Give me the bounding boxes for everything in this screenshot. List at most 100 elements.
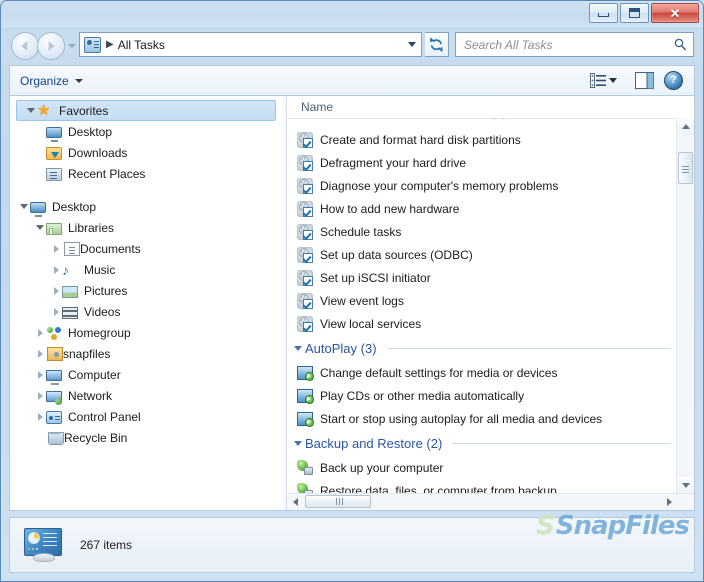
breadcrumb-separator-icon: ▶ (106, 39, 114, 50)
item-count-label: 267 items (80, 538, 133, 552)
scroll-up-button[interactable] (677, 118, 694, 135)
view-chevron-down-icon[interactable] (609, 78, 617, 83)
preview-pane-button[interactable] (630, 69, 659, 93)
sidebar-item-music[interactable]: ♪ Music (10, 259, 282, 280)
group-divider (386, 347, 671, 349)
sidebar-item-homegroup[interactable]: Homegroup (10, 322, 282, 343)
sidebar-item-pictures[interactable]: Pictures (10, 280, 282, 301)
sidebar-item-desktop[interactable]: Desktop (10, 196, 282, 217)
twisty-closed-icon[interactable] (50, 265, 62, 274)
twisty-closed-icon[interactable] (34, 370, 46, 379)
sidebar-item-videos[interactable]: Videos (10, 301, 282, 322)
admin-tool-icon (297, 131, 313, 148)
scroll-right-icon (666, 497, 672, 506)
organize-label: Organize (20, 73, 69, 88)
scroll-left-button[interactable] (287, 494, 303, 509)
list-item-label: View event logs (320, 293, 404, 308)
search-input[interactable]: Search All Tasks (464, 38, 674, 52)
list-item[interactable]: How to add new hardware (287, 197, 677, 220)
horizontal-scrollbar-thumb[interactable] (305, 495, 371, 508)
sidebar-item-documents[interactable]: Documents (10, 238, 282, 259)
twisty-open-icon[interactable] (34, 225, 46, 230)
twisty-open-icon[interactable] (18, 204, 30, 209)
twisty-closed-icon[interactable] (34, 412, 46, 421)
sidebar-item-label: Documents (80, 241, 141, 256)
vertical-scrollbar-thumb[interactable] (678, 152, 693, 184)
organize-button[interactable]: Organize (14, 70, 89, 92)
autoplay-icon (297, 366, 314, 381)
address-dropdown-icon[interactable] (408, 42, 416, 47)
twisty-closed-icon[interactable] (50, 286, 62, 295)
backup-icon (297, 460, 313, 475)
list-item[interactable]: Create and format hard disk partitions (287, 128, 677, 151)
sidebar-item-libraries[interactable]: Libraries (10, 217, 282, 238)
history-dropdown-icon[interactable] (68, 44, 76, 48)
sidebar-item-computer[interactable]: Computer (10, 364, 282, 385)
list-item[interactable]: Schedule tasks (287, 220, 677, 243)
sidebar-item-favorites[interactable]: ★ Favorites (16, 100, 276, 121)
list-item[interactable]: Change default settings for media or dev… (287, 361, 677, 384)
sidebar-item-recycle-bin[interactable]: Recycle Bin (10, 427, 282, 448)
list-item[interactable]: Set up data sources (ODBC) (287, 243, 677, 266)
group-header[interactable]: AutoPlay (3) (287, 335, 677, 361)
list-item[interactable]: Defragment your hard drive (287, 151, 677, 174)
list-item[interactable]: Start or stop using autoplay for all med… (287, 407, 677, 430)
sidebar-item-downloads[interactable]: Downloads (10, 142, 282, 163)
twisty-open-icon[interactable] (25, 108, 37, 113)
control-panel-icon (46, 411, 62, 424)
pictures-icon (62, 285, 78, 298)
twisty-closed-icon[interactable] (50, 307, 62, 316)
sidebar-item-snapfiles[interactable]: snapfiles (10, 343, 282, 364)
group-header[interactable]: Backup and Restore (2) (287, 430, 677, 456)
list-item-label: Defragment your hard drive (320, 155, 467, 170)
group-header-label: AutoPlay (3) (305, 340, 377, 356)
music-icon: ♪ (62, 261, 69, 278)
group-collapse-icon[interactable] (291, 345, 305, 351)
breadcrumb-path[interactable]: All Tasks (118, 38, 165, 52)
control-panel-large-icon (24, 528, 62, 562)
back-button[interactable] (11, 32, 39, 60)
list-item[interactable]: View event logs (287, 289, 677, 312)
column-header-name[interactable]: Name (287, 96, 694, 119)
group-collapse-icon[interactable] (291, 440, 305, 446)
refresh-button[interactable] (425, 32, 449, 57)
sidebar-item-label: Music (84, 262, 116, 277)
address-bar[interactable]: ▶ All Tasks (79, 32, 422, 57)
autoplay-icon (297, 412, 314, 427)
twisty-closed-icon[interactable] (34, 328, 46, 337)
sidebar-item-recent-places[interactable]: Recent Places (10, 163, 282, 184)
autoplay-icon (297, 389, 314, 404)
scroll-down-button[interactable] (677, 477, 694, 494)
list-item[interactable]: Diagnose your computer's memory problems (287, 174, 677, 197)
list-item[interactable]: View local services (287, 312, 677, 335)
maximize-button[interactable] (620, 3, 649, 23)
document-icon (64, 242, 80, 256)
sidebar-item-label: Homegroup (68, 325, 131, 340)
list-item[interactable]: Back up your computer (287, 456, 677, 479)
horizontal-scrollbar[interactable] (287, 493, 694, 510)
navigation-buttons (11, 32, 76, 60)
twisty-closed-icon[interactable] (50, 244, 62, 253)
forward-button[interactable] (37, 32, 65, 60)
twisty-closed-icon[interactable] (34, 391, 46, 400)
sidebar-item-control-panel[interactable]: Control Panel (10, 406, 282, 427)
scroll-down-icon (681, 483, 690, 488)
search-box[interactable]: Search All Tasks (455, 32, 694, 57)
vertical-scrollbar[interactable] (676, 118, 694, 494)
help-button[interactable]: ? (659, 69, 688, 93)
window-controls: ✕ (587, 3, 699, 23)
sidebar-item-desktop[interactable]: Desktop (10, 121, 282, 142)
sidebar-item-network[interactable]: Network (10, 385, 282, 406)
scroll-right-button[interactable] (661, 494, 677, 509)
preview-pane-icon (635, 72, 654, 89)
change-view-button[interactable] (585, 69, 630, 93)
sidebar-item-label: Favorites (59, 103, 109, 118)
minimize-button[interactable] (589, 3, 618, 23)
sidebar-item-label: snapfiles (63, 346, 111, 361)
list-item[interactable]: Set up iSCSI initiator (287, 266, 677, 289)
list-item[interactable]: Play CDs or other media automatically (287, 384, 677, 407)
twisty-closed-icon[interactable] (34, 349, 46, 358)
close-button[interactable]: ✕ (651, 3, 699, 23)
list-item[interactable]: Restore data, files, or computer from ba… (287, 479, 677, 494)
list-item-label: Start or stop using autoplay for all med… (320, 411, 603, 426)
